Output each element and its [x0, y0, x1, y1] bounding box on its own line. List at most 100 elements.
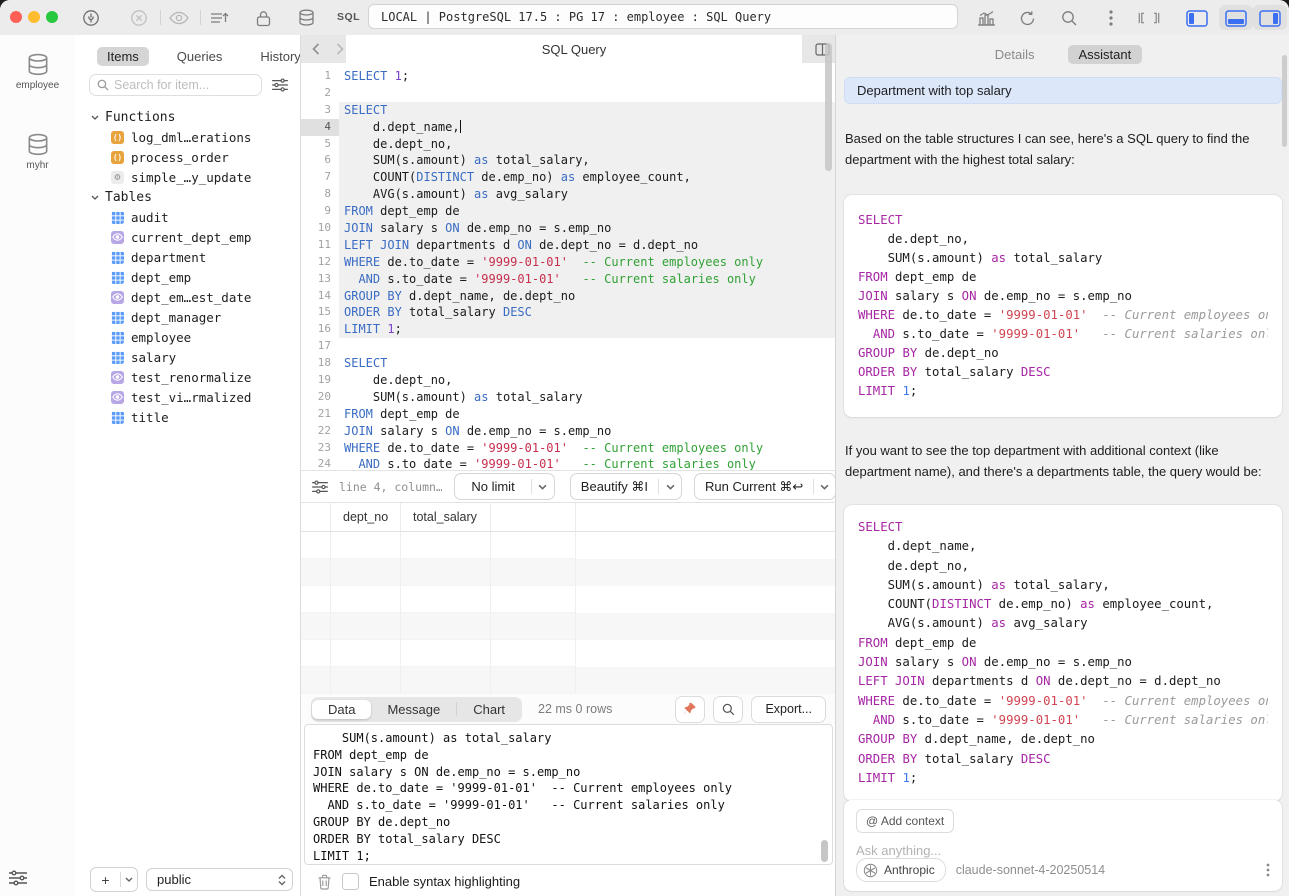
add-item-button[interactable]: +	[90, 867, 138, 892]
editor-line[interactable]: 5 de.dept_no,	[301, 136, 836, 153]
message-output[interactable]: SUM(s.amount) as total_salaryFROM dept_e…	[304, 724, 833, 865]
pin-button[interactable]	[675, 696, 705, 723]
editor-line[interactable]: 12WHERE de.to_date = '9999-01-01' -- Cur…	[301, 254, 836, 271]
tree-item-current_dept_emp[interactable]: current_dept_emp	[75, 227, 300, 247]
tab-chart[interactable]: Chart	[457, 700, 521, 719]
editor-line[interactable]: 22JOIN salary s ON de.emp_no = s.emp_no	[301, 423, 836, 440]
tab-data[interactable]: Data	[312, 700, 371, 719]
close-window-button[interactable]	[10, 11, 22, 23]
editor-line[interactable]: 6 SUM(s.amount) as total_salary,	[301, 152, 836, 169]
tree-item-simple_y_update[interactable]: ⚙simple_…y_update	[75, 167, 300, 187]
editor-line[interactable]: 14GROUP BY d.dept_name, de.dept_no	[301, 288, 836, 305]
editor-line[interactable]: 23WHERE de.to_date = '9999-01-01' -- Cur…	[301, 440, 836, 457]
connection-icon[interactable]	[80, 7, 102, 29]
trash-icon[interactable]	[317, 874, 332, 890]
editor-line[interactable]: 19 de.dept_no,	[301, 372, 836, 389]
table-row[interactable]	[301, 532, 836, 559]
sql-editor[interactable]: 1SELECT 1;23SELECT4 d.dept_name,5 de.dep…	[301, 63, 836, 470]
message-scrollbar[interactable]	[821, 840, 828, 862]
toggle-bottom-panel-icon[interactable]	[1225, 7, 1247, 29]
beautify-button[interactable]: Beautify ⌘I	[570, 473, 682, 500]
column-header-dept-no[interactable]: dept_no	[331, 503, 401, 531]
provider-selector[interactable]: Anthropic	[856, 858, 946, 882]
run-current-button[interactable]: Run Current ⌘↩	[694, 473, 836, 500]
tree-item-log_dmlerations[interactable]: ()log_dml…erations	[75, 127, 300, 147]
focus-mode-icon[interactable]	[1138, 7, 1160, 29]
schema-select[interactable]: public	[146, 868, 293, 891]
tab-items[interactable]: Items	[97, 47, 149, 66]
editor-line[interactable]: 24 AND s.to_date = '9999-01-01' -- Curre…	[301, 456, 836, 470]
chart-icon[interactable]	[975, 7, 997, 29]
editor-line[interactable]: 9FROM dept_emp de	[301, 203, 836, 220]
search-input[interactable]: Search for item...	[89, 74, 262, 96]
editor-line[interactable]: 3SELECT	[301, 102, 836, 119]
tree-section-tables[interactable]: Tables	[75, 187, 300, 207]
tree-item-dept_manager[interactable]: dept_manager	[75, 307, 300, 327]
editor-line[interactable]: 8 AVG(s.amount) as avg_salary	[301, 186, 836, 203]
column-header-total-salary[interactable]: total_salary	[401, 503, 491, 531]
lock-icon[interactable]	[252, 7, 274, 29]
tree-item-test_virmalized[interactable]: test_vi…rmalized	[75, 387, 300, 407]
tab-details[interactable]: Details	[984, 45, 1046, 64]
assistant-code-block-1[interactable]: SELECT de.dept_no, SUM(s.amount) as tota…	[844, 195, 1282, 417]
editor-line[interactable]: 1SELECT 1;	[301, 68, 836, 85]
conversation-title-banner[interactable]: Department with top salary	[844, 77, 1282, 104]
toggle-left-panel-icon[interactable]	[1186, 7, 1208, 29]
editor-line[interactable]: 2	[301, 85, 836, 102]
editor-scrollbar[interactable]	[825, 43, 832, 171]
preview-eye-icon[interactable]	[168, 7, 190, 29]
table-row[interactable]	[301, 667, 836, 694]
tree-item-process_order[interactable]: ()process_order	[75, 147, 300, 167]
tree-item-department[interactable]: department	[75, 247, 300, 267]
editor-line[interactable]: 11LEFT JOIN departments d ON de.dept_no …	[301, 237, 836, 254]
connection-employee[interactable]: employee	[0, 53, 75, 91]
ask-input[interactable]: Ask anything...	[856, 843, 1270, 858]
editor-settings-icon[interactable]	[311, 480, 329, 494]
back-icon[interactable]	[307, 40, 325, 58]
tree-item-title[interactable]: title	[75, 407, 300, 427]
tree-item-test_renormalize[interactable]: test_renormalize	[75, 367, 300, 387]
more-options-icon[interactable]	[1100, 7, 1122, 29]
table-row[interactable]	[301, 640, 836, 667]
tree-item-salary[interactable]: salary	[75, 347, 300, 367]
table-row[interactable]	[301, 613, 836, 640]
minimize-window-button[interactable]	[28, 11, 40, 23]
editor-line[interactable]: 15ORDER BY total_salary DESC	[301, 304, 836, 321]
editor-line[interactable]: 10JOIN salary s ON de.emp_no = s.emp_no	[301, 220, 836, 237]
strip-settings-icon[interactable]	[8, 870, 28, 886]
toggle-right-panel-icon[interactable]	[1259, 7, 1281, 29]
connection-myhr[interactable]: myhr	[0, 133, 75, 171]
export-button[interactable]: Export...	[751, 696, 826, 723]
tree-item-dept_emp[interactable]: dept_emp	[75, 267, 300, 287]
disconnect-icon[interactable]	[128, 7, 150, 29]
editor-line[interactable]: 4 d.dept_name,	[301, 119, 836, 136]
search-icon[interactable]	[1058, 7, 1080, 29]
editor-line[interactable]: 17	[301, 338, 836, 355]
assistant-code-block-2[interactable]: SELECT d.dept_name, de.dept_no, SUM(s.am…	[844, 505, 1282, 801]
tree-section-functions[interactable]: Functions	[75, 107, 300, 127]
tab-sql-query[interactable]: SQL Query	[346, 35, 802, 63]
table-row[interactable]	[301, 586, 836, 613]
tab-message[interactable]: Message	[371, 700, 456, 719]
tree-item-employee[interactable]: employee	[75, 327, 300, 347]
database-icon[interactable]	[295, 7, 317, 29]
tree-item-audit[interactable]: audit	[75, 207, 300, 227]
editor-line[interactable]: 13 AND s.to_date = '9999-01-01' -- Curre…	[301, 271, 836, 288]
assistant-scrollbar[interactable]	[1282, 55, 1287, 147]
refresh-icon[interactable]	[1016, 7, 1038, 29]
tab-queries[interactable]: Queries	[167, 47, 233, 66]
editor-line[interactable]: 21FROM dept_emp de	[301, 406, 836, 423]
editor-line[interactable]: 7 COUNT(DISTINCT de.emp_no) as employee_…	[301, 169, 836, 186]
queue-list-icon[interactable]	[208, 7, 230, 29]
limit-dropdown[interactable]: No limit	[454, 473, 555, 500]
editor-line[interactable]: 20 SUM(s.amount) as total_salary	[301, 389, 836, 406]
tree-item-dept_emest_date[interactable]: dept_em…est_date	[75, 287, 300, 307]
editor-line[interactable]: 18SELECT	[301, 355, 836, 372]
tab-assistant[interactable]: Assistant	[1068, 45, 1143, 64]
add-context-chip[interactable]: @ Add context	[856, 809, 954, 833]
input-more-options-icon[interactable]	[1266, 863, 1270, 877]
editor-line[interactable]: 16LIMIT 1;	[301, 321, 836, 338]
syntax-highlighting-checkbox[interactable]	[342, 873, 359, 890]
zoom-window-button[interactable]	[46, 11, 58, 23]
search-results-button[interactable]	[713, 696, 743, 723]
